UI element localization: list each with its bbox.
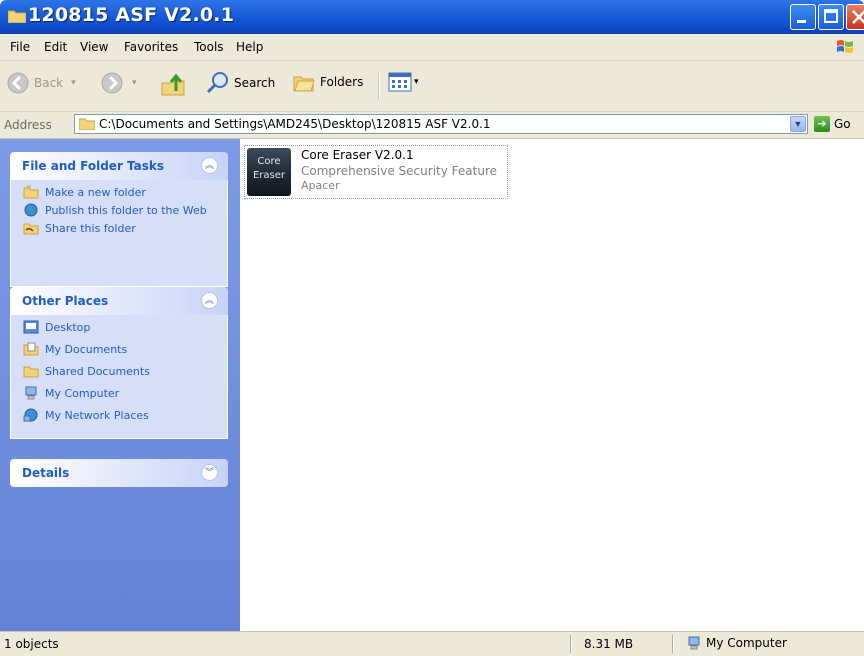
place-desktop[interactable]: Desktop <box>23 320 217 334</box>
task-label: Make a new folder <box>45 186 146 199</box>
back-label: Back <box>34 76 64 90</box>
windows-logo-icon <box>837 40 853 53</box>
views-dropdown-icon[interactable]: ▾ <box>414 77 419 87</box>
menu-tools[interactable]: Tools <box>194 40 224 54</box>
file-item[interactable]: Core Eraser Core Eraser V2.0.1 Comprehen… <box>244 145 508 199</box>
group-title: Details <box>22 466 70 480</box>
folders-button[interactable]: Folders <box>292 71 363 93</box>
file-name: Core Eraser V2.0.1 <box>301 148 414 162</box>
status-zone-label: My Computer <box>706 636 787 650</box>
other-places-group: Other Places ︽ Desktop My Documents Shar… <box>10 287 228 439</box>
menu-help[interactable]: Help <box>236 40 263 54</box>
my-documents-icon <box>23 342 39 356</box>
maximize-icon <box>824 9 838 23</box>
place-label: Desktop <box>45 321 91 334</box>
task-label: Publish this folder to the Web <box>45 204 207 217</box>
my-computer-icon <box>688 636 700 650</box>
publish-web-icon <box>24 203 38 217</box>
desktop-icon <box>23 320 39 334</box>
toolbar: Back ▾ ▾ Search Folders ▾ <box>0 61 864 112</box>
minimize-button[interactable] <box>790 4 816 30</box>
search-icon <box>206 72 228 94</box>
place-my-computer[interactable]: My Computer <box>23 386 217 400</box>
menu-favorites[interactable]: Favorites <box>124 40 178 54</box>
go-arrow-icon: ➜ <box>814 116 830 132</box>
share-folder-icon <box>23 223 39 235</box>
forward-arrow-icon <box>101 72 123 94</box>
back-arrow-icon <box>7 72 29 94</box>
up-button[interactable] <box>160 71 186 97</box>
group-title: Other Places <box>22 294 109 308</box>
views-icon <box>388 72 412 92</box>
place-network-places[interactable]: My Network Places <box>23 408 217 422</box>
place-my-documents[interactable]: My Documents <box>23 342 217 356</box>
search-button[interactable]: Search <box>206 71 275 95</box>
task-make-new-folder[interactable]: Make a new folder <box>23 185 217 199</box>
menu-edit[interactable]: Edit <box>44 40 67 54</box>
core-eraser-app-icon: Core Eraser <box>247 148 291 196</box>
task-pane: File and Folder Tasks ︽ Make a new folde… <box>0 139 240 631</box>
chevron-down-icon: ▼ <box>793 119 803 129</box>
address-label: Address <box>4 118 52 132</box>
file-folder-tasks-header[interactable]: File and Folder Tasks ︽ <box>10 152 228 180</box>
shared-documents-icon <box>23 366 39 378</box>
go-label: Go <box>834 117 851 131</box>
address-input[interactable]: C:\Documents and Settings\AMD245\Desktop… <box>74 114 808 134</box>
back-button[interactable]: Back ▾ <box>6 71 76 95</box>
status-bar: 1 objects 8.31 MB My Computer <box>0 631 864 656</box>
folders-label: Folders <box>320 75 364 89</box>
menu-file[interactable]: File <box>10 40 30 54</box>
details-group: Details ︾ <box>10 459 228 487</box>
go-button[interactable]: ➜ Go <box>814 116 851 132</box>
up-folder-icon <box>161 73 185 96</box>
collapse-icon[interactable]: ︽ <box>201 157 218 174</box>
maximize-button[interactable] <box>818 4 844 30</box>
file-description: Comprehensive Security Feature <box>301 164 497 178</box>
file-folder-tasks-group: File and Folder Tasks ︽ Make a new folde… <box>10 152 228 287</box>
task-label: Share this folder <box>45 222 136 235</box>
folder-icon <box>8 10 26 23</box>
expand-icon[interactable]: ︾ <box>201 464 218 481</box>
task-publish-web[interactable]: Publish this folder to the Web <box>23 203 217 217</box>
app-icon-text: Core <box>257 156 281 167</box>
group-title: File and Folder Tasks <box>22 159 165 173</box>
forward-dropdown-icon[interactable]: ▾ <box>132 78 137 88</box>
file-list-area[interactable]: Core Eraser Core Eraser V2.0.1 Comprehen… <box>240 139 864 631</box>
status-size: 8.31 MB <box>584 637 634 651</box>
menu-view[interactable]: View <box>80 40 108 54</box>
folder-icon <box>79 118 95 130</box>
status-zone: My Computer <box>686 636 787 650</box>
place-label: My Documents <box>45 343 128 356</box>
place-label: Shared Documents <box>45 365 150 378</box>
place-shared-documents[interactable]: Shared Documents <box>23 365 217 378</box>
place-label: My Computer <box>45 387 120 400</box>
menu-bar: File Edit View Favorites Tools Help <box>0 34 864 61</box>
collapse-icon[interactable]: ︽ <box>201 292 218 309</box>
address-path: C:\Documents and Settings\AMD245\Desktop… <box>99 117 491 131</box>
back-dropdown-icon[interactable]: ▾ <box>71 78 76 88</box>
app-icon-text: Eraser <box>252 170 286 181</box>
close-button[interactable] <box>846 4 864 30</box>
network-places-icon <box>23 408 38 422</box>
status-object-count: 1 objects <box>4 637 59 651</box>
search-label: Search <box>234 76 276 90</box>
task-share-folder[interactable]: Share this folder <box>23 222 217 235</box>
forward-button[interactable]: ▾ <box>100 71 137 95</box>
close-icon <box>852 10 864 24</box>
title-bar[interactable]: 120815 ASF V2.0.1 <box>0 0 864 34</box>
minimize-icon <box>797 20 806 23</box>
folders-icon <box>293 76 315 92</box>
address-bar: Address C:\Documents and Settings\AMD245… <box>0 112 864 139</box>
file-company: Apacer <box>301 179 340 192</box>
window-title: 120815 ASF V2.0.1 <box>28 4 235 26</box>
views-button[interactable]: ▾ <box>388 71 419 93</box>
address-dropdown-button[interactable]: ▼ <box>790 116 806 132</box>
place-label: My Network Places <box>45 409 149 422</box>
other-places-header[interactable]: Other Places ︽ <box>10 287 228 315</box>
new-folder-icon <box>23 185 39 199</box>
details-header[interactable]: Details ︾ <box>10 459 228 487</box>
my-computer-icon <box>25 386 37 400</box>
